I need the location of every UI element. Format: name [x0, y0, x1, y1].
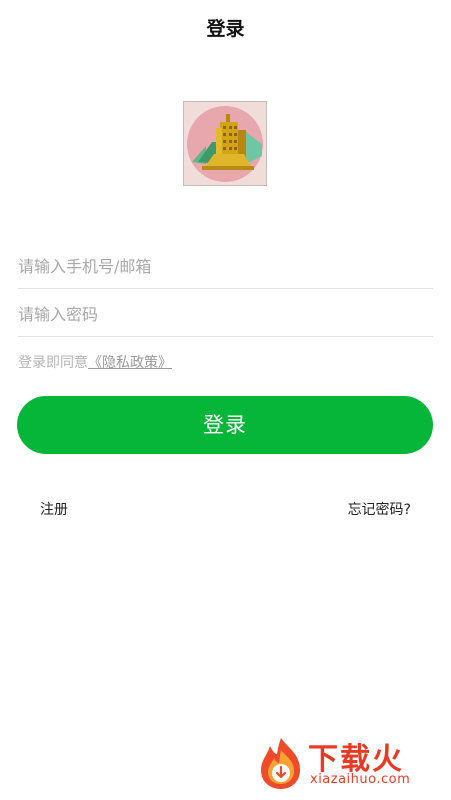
app-logo [183, 101, 267, 186]
watermark: 下载火 xiazaihuo.com [256, 734, 441, 794]
watermark-url: xiazaihuo.com [310, 772, 411, 787]
login-button[interactable]: 登录 [17, 396, 433, 454]
flame-download-icon [261, 738, 300, 789]
account-input[interactable] [18, 245, 433, 288]
privacy-policy-link[interactable]: 《隐私政策》 [88, 355, 172, 371]
agreement-text: 登录即同意《隐私政策》 [18, 352, 172, 372]
forgot-password-link[interactable]: 忘记密码? [348, 499, 411, 519]
login-page: 登录 登录即同意《隐私政策》 登录 [0, 0, 451, 800]
account-field [18, 245, 433, 289]
building-logo-icon [184, 102, 266, 185]
password-input[interactable] [18, 293, 433, 336]
password-field [18, 293, 433, 337]
agreement-prefix: 登录即同意 [18, 355, 88, 371]
register-link[interactable]: 注册 [40, 499, 68, 519]
page-title: 登录 [206, 18, 245, 40]
